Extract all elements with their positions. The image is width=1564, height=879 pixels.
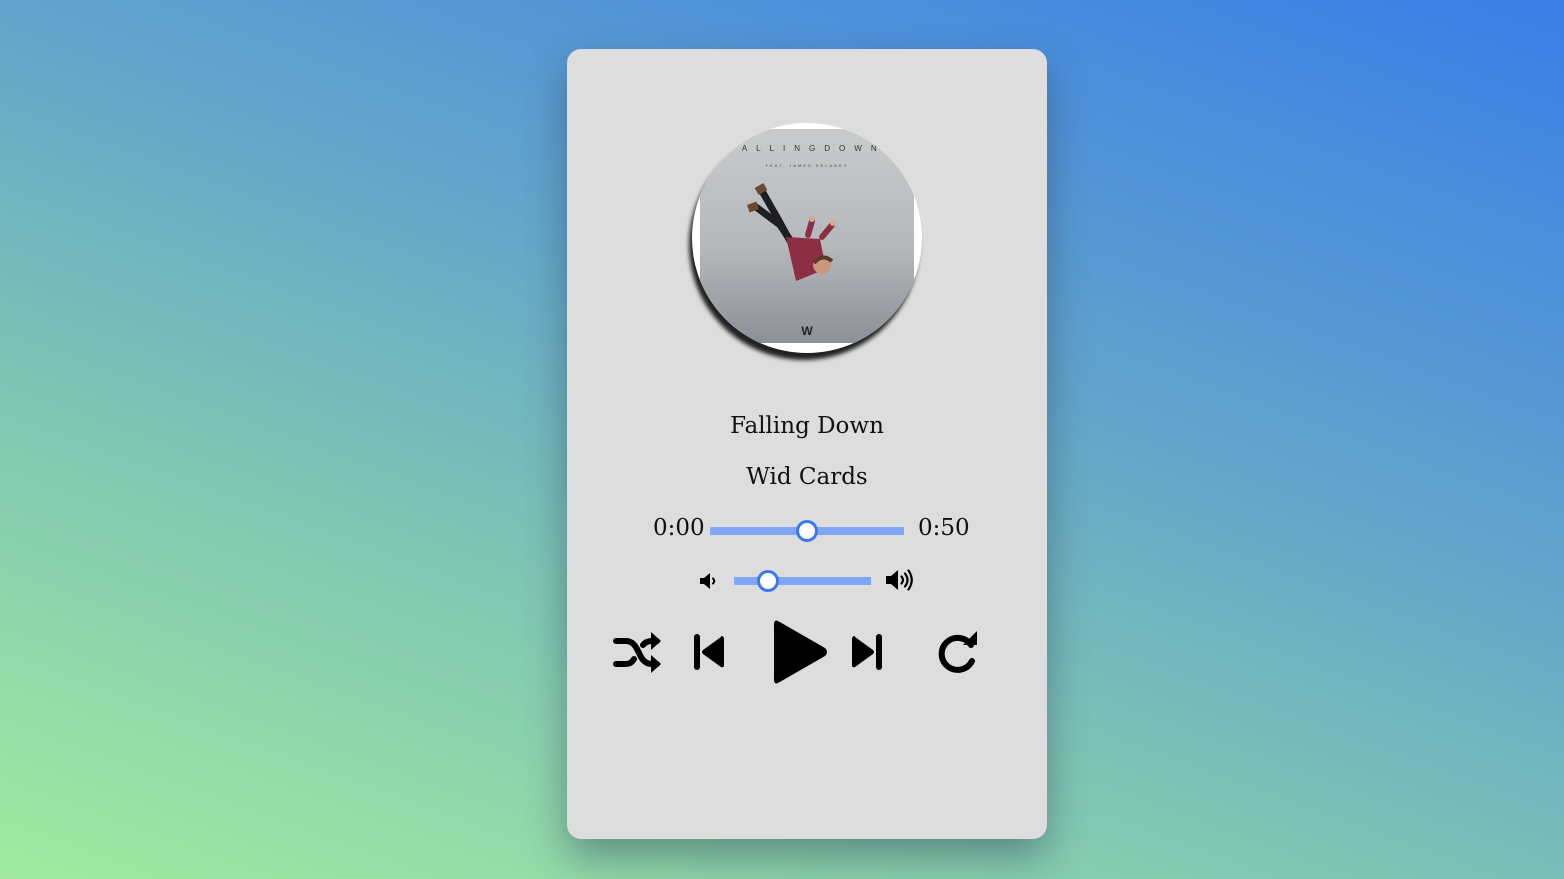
- repeat-icon[interactable]: [933, 629, 981, 677]
- track-artist: Wid Cards: [746, 464, 868, 490]
- volume-low-icon[interactable]: [697, 569, 721, 593]
- album-art: FALLINGDOWN FEAT. JAMES DELANEY W: [700, 129, 914, 343]
- play-icon[interactable]: [772, 619, 828, 685]
- player-card: FALLINGDOWN FEAT. JAMES DELANEY W Fallin…: [567, 49, 1047, 839]
- duration-time: 0:50: [918, 515, 970, 541]
- volume-slider-thumb[interactable]: [757, 570, 780, 592]
- track-title: Falling Down: [730, 413, 884, 439]
- album-logo: W: [801, 324, 813, 338]
- album-cover: FALLINGDOWN FEAT. JAMES DELANEY W: [692, 123, 922, 353]
- skip-previous-icon[interactable]: [693, 632, 725, 672]
- volume-high-icon[interactable]: [884, 567, 916, 593]
- seek-slider[interactable]: [710, 520, 904, 542]
- skip-next-icon[interactable]: [851, 632, 883, 672]
- current-time: 0:00: [653, 515, 705, 541]
- shuffle-icon[interactable]: [613, 629, 663, 675]
- seek-slider-thumb[interactable]: [796, 520, 818, 542]
- album-art-title: FALLINGDOWN: [728, 144, 885, 153]
- album-art-subtitle: FEAT. JAMES DELANEY: [766, 163, 849, 168]
- volume-slider[interactable]: [734, 570, 871, 592]
